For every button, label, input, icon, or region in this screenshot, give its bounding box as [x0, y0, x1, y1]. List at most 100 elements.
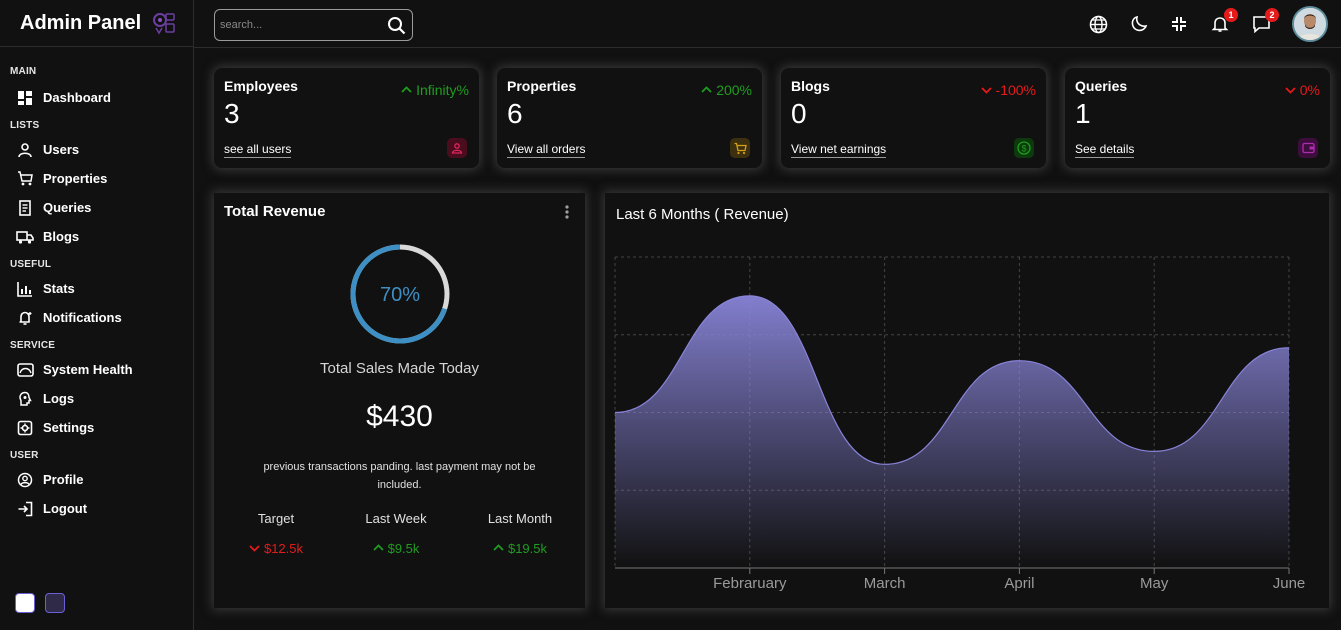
widget-blogs: Blogs -100% 0 View net earnings $: [781, 68, 1046, 168]
sidebar-item-label: System Health: [43, 362, 133, 377]
notifications-icon[interactable]: 1: [1210, 8, 1238, 34]
svg-text:$: $: [1021, 143, 1026, 153]
data-point[interactable]: [1286, 345, 1292, 351]
profile-icon: [16, 471, 34, 489]
sidebar: Admin Panel MAIN Dashboard LISTS Users P…: [0, 0, 194, 630]
search-icon[interactable]: [387, 16, 406, 40]
widget-queries: Queries 0% 1 See details: [1065, 68, 1330, 168]
shopping-cart-icon: [730, 138, 750, 158]
progress-ring: 70%: [347, 241, 453, 347]
revenue-chart-card: Last 6 Months ( Revenue) Febraruary March…: [605, 193, 1329, 608]
progress-label: 70%: [380, 284, 420, 306]
widget-count: 0: [791, 98, 807, 129]
sidebar-item-system-health[interactable]: System Health: [0, 355, 194, 384]
data-point[interactable]: [747, 293, 753, 299]
wallet-icon: [1298, 138, 1318, 158]
chevron-down-icon: [1285, 82, 1296, 98]
area-chart: Febraruary March April May June: [612, 256, 1306, 592]
theme-light-swatch[interactable]: [15, 593, 35, 613]
summary-last-week: Last Week $9.5k: [346, 511, 446, 556]
sidebar-item-label: Queries: [43, 200, 92, 215]
moon-icon[interactable]: [1129, 14, 1149, 34]
notification-badge: 1: [1224, 8, 1238, 22]
x-tick-label: Febraruary: [713, 575, 787, 592]
chevron-down-icon: [980, 82, 992, 98]
cart-icon: [16, 170, 34, 188]
widget-percentage: 0%: [1285, 82, 1320, 98]
fullscreen-exit-icon[interactable]: [1169, 14, 1189, 34]
dashboard-icon: [16, 89, 34, 107]
sidebar-item-label: Properties: [43, 171, 108, 186]
brand-title[interactable]: Admin Panel: [20, 12, 141, 35]
sidebar-item-properties[interactable]: Properties: [0, 164, 194, 193]
sidebar-menu: MAIN Dashboard LISTS Users Properties Qu…: [0, 66, 194, 523]
sidebar-item-queries[interactable]: Queries: [0, 193, 194, 222]
theme-switcher: [15, 593, 65, 613]
data-point[interactable]: [612, 410, 618, 416]
widget-properties: Properties 200% 6 View all orders: [497, 68, 762, 168]
section-service: SERVICE: [10, 340, 56, 351]
avatar[interactable]: [1292, 6, 1328, 42]
message-badge: 2: [1265, 8, 1279, 22]
sidebar-item-logs[interactable]: Logs: [0, 384, 194, 413]
bell-icon: [16, 309, 34, 327]
featured-description: previous transactions panding. last paym…: [263, 461, 536, 491]
sidebar-item-logout[interactable]: Logout: [0, 494, 194, 523]
chevron-up-icon: [493, 541, 504, 556]
see-details-link[interactable]: See details: [1075, 142, 1135, 158]
widget-employees: Employees Infinity% 3 see all users: [214, 68, 479, 168]
sidebar-item-blogs[interactable]: Blogs: [0, 222, 194, 251]
summary-title: Target: [257, 511, 295, 526]
data-point[interactable]: [1016, 358, 1022, 364]
sidebar-item-label: Logout: [43, 501, 88, 516]
summary-title: Last Week: [365, 511, 427, 526]
data-point[interactable]: [1151, 448, 1157, 454]
dollar-icon: $: [1014, 138, 1034, 158]
sidebar-item-label: Profile: [43, 472, 84, 487]
sidebar-item-label: Blogs: [43, 229, 80, 244]
featured-subtitle: Total Sales Made Today: [320, 360, 479, 377]
area-fill: [615, 295, 1289, 568]
search-input[interactable]: [215, 19, 380, 31]
widget-title: Queries: [1075, 78, 1128, 94]
truck-icon: [16, 228, 34, 246]
sidebar-item-stats[interactable]: Stats: [0, 274, 194, 303]
sidebar-item-users[interactable]: Users: [0, 135, 194, 164]
data-point[interactable]: [882, 461, 888, 467]
summary-amount: $9.5k: [387, 541, 420, 556]
x-tick-label: June: [1273, 575, 1306, 592]
x-tick-label: April: [1004, 575, 1034, 592]
more-vert-icon[interactable]: [565, 205, 569, 224]
section-user: USER: [10, 450, 39, 461]
logout-icon: [16, 500, 34, 518]
sidebar-item-label: Settings: [43, 420, 95, 435]
sidebar-item-label: Logs: [43, 391, 75, 406]
sidebar-item-settings[interactable]: Settings: [0, 413, 194, 442]
language-icon[interactable]: [1088, 14, 1108, 34]
summary-target: Target $12.5k: [226, 511, 326, 556]
widget-percentage: 200%: [701, 82, 752, 98]
navbar: 1 2: [194, 0, 1341, 48]
sidebar-item-label: Notifications: [43, 310, 122, 325]
brand-logo-icon: [153, 13, 175, 35]
view-all-orders-link[interactable]: View all orders: [507, 142, 586, 158]
theme-dark-swatch[interactable]: [45, 593, 65, 613]
sidebar-item-profile[interactable]: Profile: [0, 465, 194, 494]
section-lists: LISTS: [10, 120, 40, 131]
view-net-earnings-link[interactable]: View net earnings: [791, 142, 887, 158]
search-box: [214, 9, 413, 41]
see-all-users-link[interactable]: see all users: [224, 142, 292, 158]
chevron-down-icon: [249, 541, 260, 556]
sidebar-item-notifications[interactable]: Notifications: [0, 303, 194, 332]
sidebar-item-dashboard[interactable]: Dashboard: [0, 83, 194, 112]
widget-count: 1: [1075, 98, 1091, 129]
chat-icon[interactable]: 2: [1251, 8, 1279, 34]
summary-value: $9.5k: [346, 541, 446, 556]
featured-revenue-card: Total Revenue 70% Total Sales Made Today…: [214, 193, 585, 608]
summary-value: $19.5k: [470, 541, 570, 556]
summary-last-month: Last Month $19.5k: [470, 511, 570, 556]
featured-amount: $430: [366, 400, 433, 433]
widget-percentage: -100%: [980, 82, 1036, 98]
brand: Admin Panel: [0, 0, 193, 47]
summary-title: Last Month: [487, 511, 553, 526]
